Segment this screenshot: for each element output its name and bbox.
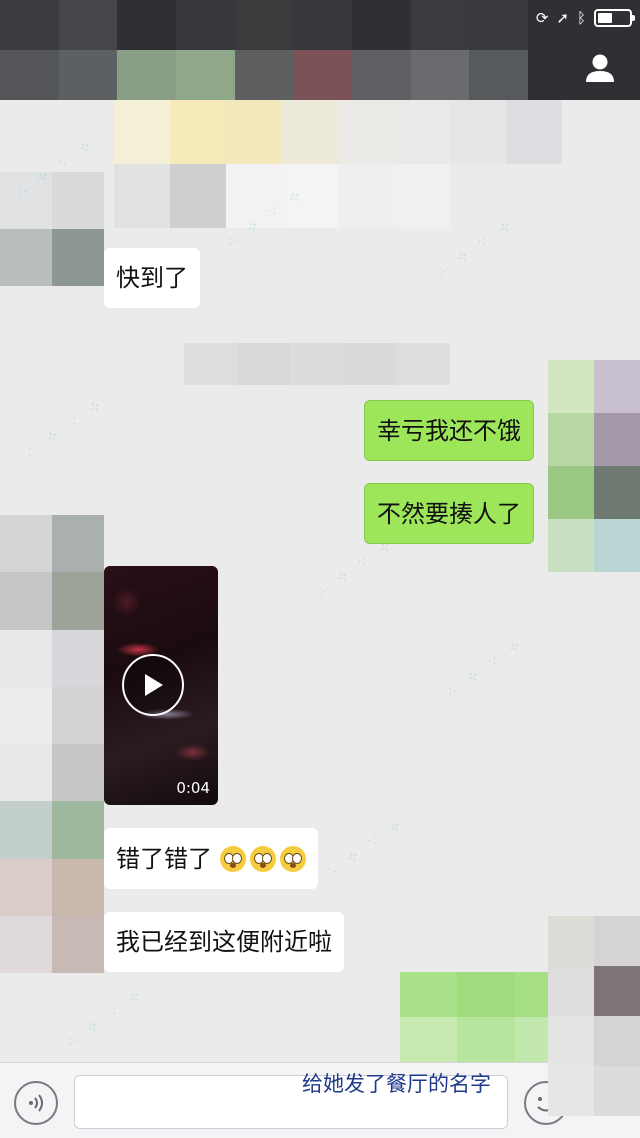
flushed-face-icon [280, 845, 306, 872]
battery-icon [594, 9, 635, 27]
message-text: 错了错了 [116, 844, 212, 873]
contact-avatar[interactable] [0, 172, 104, 286]
voice-icon [29, 1094, 43, 1112]
flushed-face-icon [250, 845, 276, 872]
status-bar: ⟳ ➚ ᛒ [0, 0, 640, 36]
watermark: ∴ ⊹ ∵ ⊹ [314, 534, 399, 601]
play-icon [145, 674, 163, 696]
watermark: ∴ ⊹ ∵ ⊹ [324, 814, 409, 881]
message-bubble-3[interactable]: 不然要揍人了 [364, 483, 534, 544]
obscured-timestamp [184, 343, 450, 385]
rotation-lock-icon: ⟳ [535, 8, 549, 27]
message-bubble-6[interactable]: 我已经到这便附近啦 [104, 912, 344, 972]
message-text: 幸亏我还不饿 [377, 416, 521, 445]
location-arrow-icon: ➚ [556, 8, 569, 27]
caption-annotation: 给她发了餐厅的名字 [302, 1072, 491, 1096]
message-bubble-1[interactable]: 快到了 [104, 248, 200, 308]
bluetooth-icon: ᛒ [576, 8, 586, 27]
my-avatar[interactable] [548, 360, 640, 572]
message-text: 快到了 [116, 264, 188, 292]
contact-avatar[interactable] [0, 515, 104, 973]
profile-button[interactable] [580, 48, 620, 88]
play-button[interactable] [122, 654, 184, 716]
voice-button[interactable] [14, 1081, 58, 1125]
profile-icon [586, 54, 614, 82]
message-text: 不然要揍人了 [377, 499, 521, 528]
video-message[interactable]: 0:04 [104, 566, 218, 805]
watermark: ∴ ⊹ ∵ ⊹ [444, 634, 529, 701]
video-duration: 0:04 [176, 779, 210, 797]
message-bubble-2[interactable]: 幸亏我还不饿 [364, 400, 534, 461]
flushed-face-icon [220, 845, 246, 872]
watermark: ∴ ⊹ ∵ ⊹ [64, 984, 149, 1051]
watermark: ∴ ⊹ ∵ ⊹ [24, 394, 109, 461]
obscured-message [114, 100, 562, 228]
my-avatar[interactable] [548, 916, 640, 1116]
obscured-message [400, 972, 572, 1062]
message-bubble-5[interactable]: 错了错了 [104, 828, 318, 889]
message-text: 我已经到这便附近啦 [116, 928, 332, 956]
